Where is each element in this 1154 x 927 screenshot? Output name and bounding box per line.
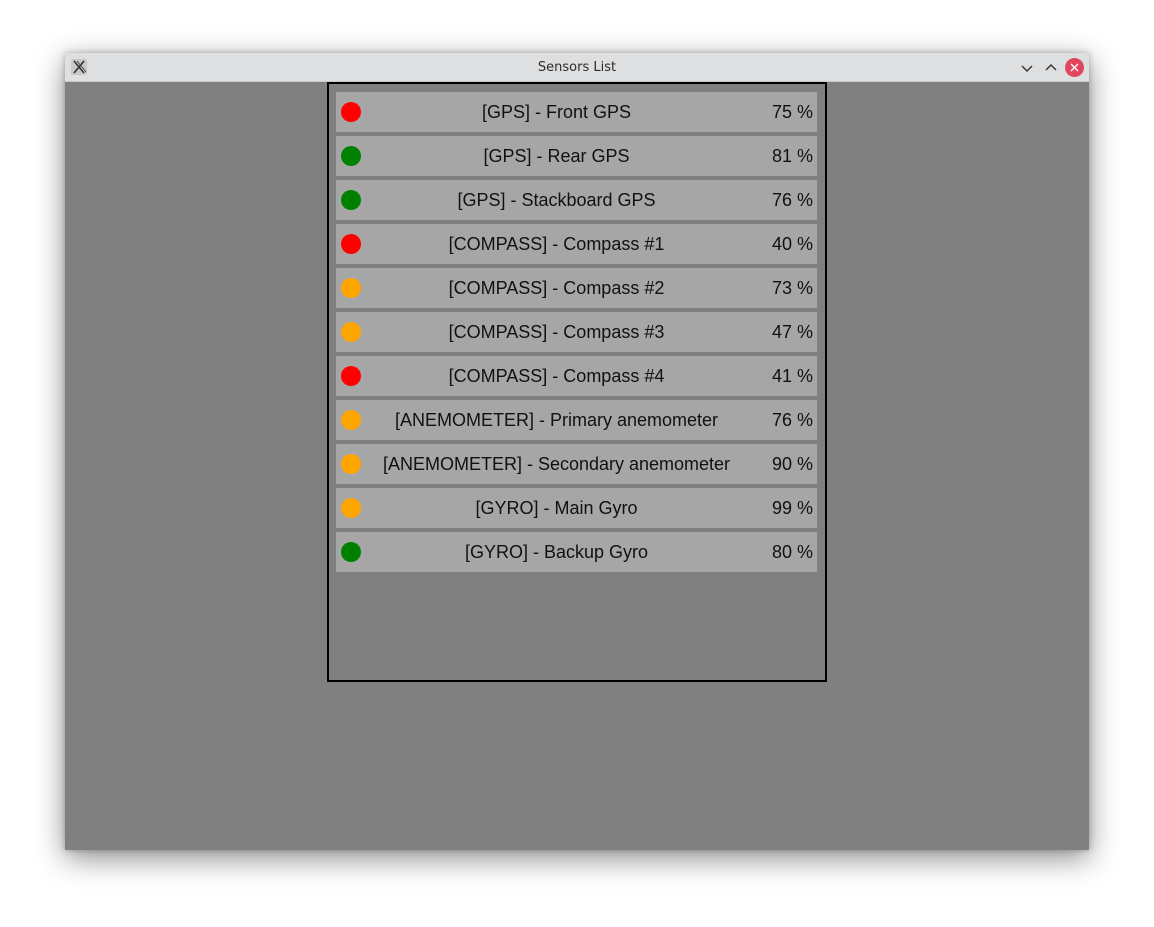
list-item[interactable]: [ANEMOMETER] - Secondary anemometer 90 % [336,444,817,484]
sensor-list[interactable]: [GPS] - Front GPS 75 % [GPS] - Rear GPS 81 … [336,92,818,576]
status-indicator-icon [341,322,361,342]
sensor-percent: 47 % [771,322,813,342]
maximize-button[interactable] [1041,58,1060,77]
status-indicator-icon [341,410,361,430]
sensor-label: [COMPASS] - Compass #4 [448,366,665,386]
list-item[interactable]: [GPS] - Stackboard GPS 76 % [336,180,817,220]
title-bar[interactable]: Sensors List [65,53,1089,82]
list-item[interactable]: [COMPASS] - Compass #3 47 % [336,312,817,352]
app-window: Sensors List [GPS] - Front GPS 75 % [GPS] … [65,53,1089,850]
status-indicator-icon [341,102,361,122]
sensor-label: [GPS] - Rear GPS [483,146,630,166]
close-icon [1070,63,1079,72]
sensors-panel: [GPS] - Front GPS 75 % [GPS] - Rear GPS 81 … [327,82,827,682]
status-indicator-icon [341,278,361,298]
status-indicator-icon [341,454,361,474]
list-item[interactable]: [COMPASS] - Compass #1 40 % [336,224,817,264]
close-button[interactable] [1065,58,1084,77]
list-item[interactable]: [GYRO] - Main Gyro 99 % [336,488,817,528]
list-item[interactable]: [ANEMOMETER] - Primary anemometer 76 % [336,400,817,440]
sensor-percent: 76 % [771,410,813,430]
sensor-label: [GPS] - Front GPS [481,102,632,122]
sensor-label: [GPS] - Stackboard GPS [457,190,656,210]
sensor-label: [ANEMOMETER] - Secondary anemometer [382,454,731,474]
status-indicator-icon [341,542,361,562]
sensor-label: [COMPASS] - Compass #1 [448,234,665,254]
sensor-percent: 41 % [771,366,813,386]
minimize-button[interactable] [1017,58,1036,77]
list-item[interactable]: [GPS] - Rear GPS 81 % [336,136,817,176]
list-item[interactable]: [GYRO] - Backup Gyro 80 % [336,532,817,572]
sensor-label: [GYRO] - Main Gyro [475,498,638,518]
sensor-percent: 81 % [771,146,813,166]
list-item[interactable]: [COMPASS] - Compass #4 41 % [336,356,817,396]
sensor-percent: 73 % [771,278,813,298]
status-indicator-icon [341,146,361,166]
sensor-percent: 40 % [771,234,813,254]
sensor-percent: 76 % [771,190,813,210]
sensor-label: [ANEMOMETER] - Primary anemometer [394,410,719,430]
sensor-label: [GYRO] - Backup Gyro [464,542,649,562]
status-indicator-icon [341,366,361,386]
sensor-percent: 75 % [771,102,813,122]
sensor-label: [COMPASS] - Compass #2 [448,278,665,298]
list-item[interactable]: [GPS] - Front GPS 75 % [336,92,817,132]
chevron-up-icon [1045,63,1056,70]
sensor-percent: 99 % [771,498,813,518]
list-item[interactable]: [COMPASS] - Compass #2 73 % [336,268,817,308]
status-indicator-icon [341,234,361,254]
status-indicator-icon [341,190,361,210]
window-title: Sensors List [537,60,617,75]
sensor-percent: 90 % [771,454,813,474]
chevron-down-icon [1021,65,1032,72]
status-indicator-icon [341,498,361,518]
sensor-label: [COMPASS] - Compass #3 [448,322,665,342]
sensor-percent: 80 % [771,542,813,562]
